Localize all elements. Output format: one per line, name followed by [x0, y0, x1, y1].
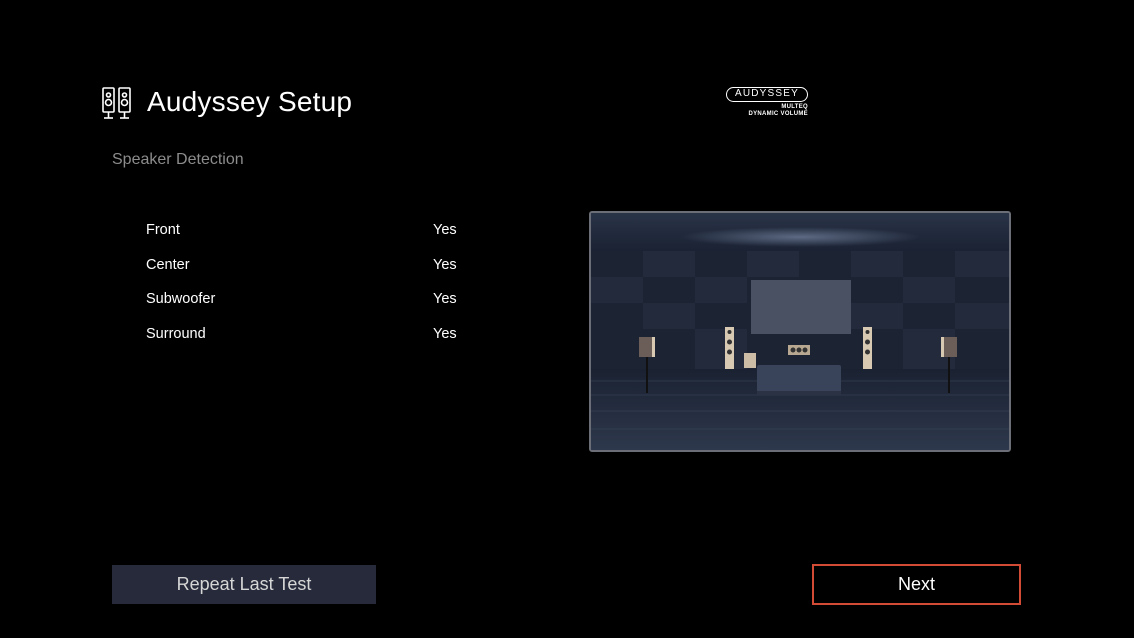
speaker-row-surround: Surround Yes [146, 326, 476, 361]
audyssey-setup-screen: Audyssey Setup Speaker Detection AUDYSSE… [0, 0, 1134, 638]
repeat-last-test-button[interactable]: Repeat Last Test [112, 565, 376, 604]
next-button[interactable]: Next [812, 564, 1021, 605]
speaker-row-center: Center Yes [146, 257, 476, 292]
speaker-row-front: Front Yes [146, 222, 476, 257]
audyssey-logo: AUDYSSEY MULTEQ DYNAMIC VOLUME [726, 87, 810, 119]
speaker-name: Surround [146, 325, 206, 342]
speakers-icon [102, 87, 131, 119]
speaker-name: Subwoofer [146, 291, 216, 307]
speaker-detection-list: Front Yes Center Yes Subwoofer Yes Surro… [146, 222, 476, 360]
speaker-status: Yes [433, 291, 457, 307]
logo-badge: AUDYSSEY [726, 87, 808, 102]
speaker-status: Yes [433, 325, 457, 342]
speaker-name: Front [146, 222, 180, 238]
logo-line-dynamic-volume: DYNAMIC VOLUME [748, 111, 808, 117]
speaker-row-subwoofer: Subwoofer Yes [146, 291, 476, 326]
page-title: Audyssey Setup [147, 86, 353, 117]
speaker-status: Yes [433, 256, 457, 273]
logo-line-multeq: MULTEQ [781, 104, 808, 110]
page-subtitle: Speaker Detection [112, 151, 244, 168]
room-speaker-illustration [589, 211, 1011, 452]
speaker-status: Yes [433, 222, 457, 238]
speaker-name: Center [146, 256, 190, 273]
